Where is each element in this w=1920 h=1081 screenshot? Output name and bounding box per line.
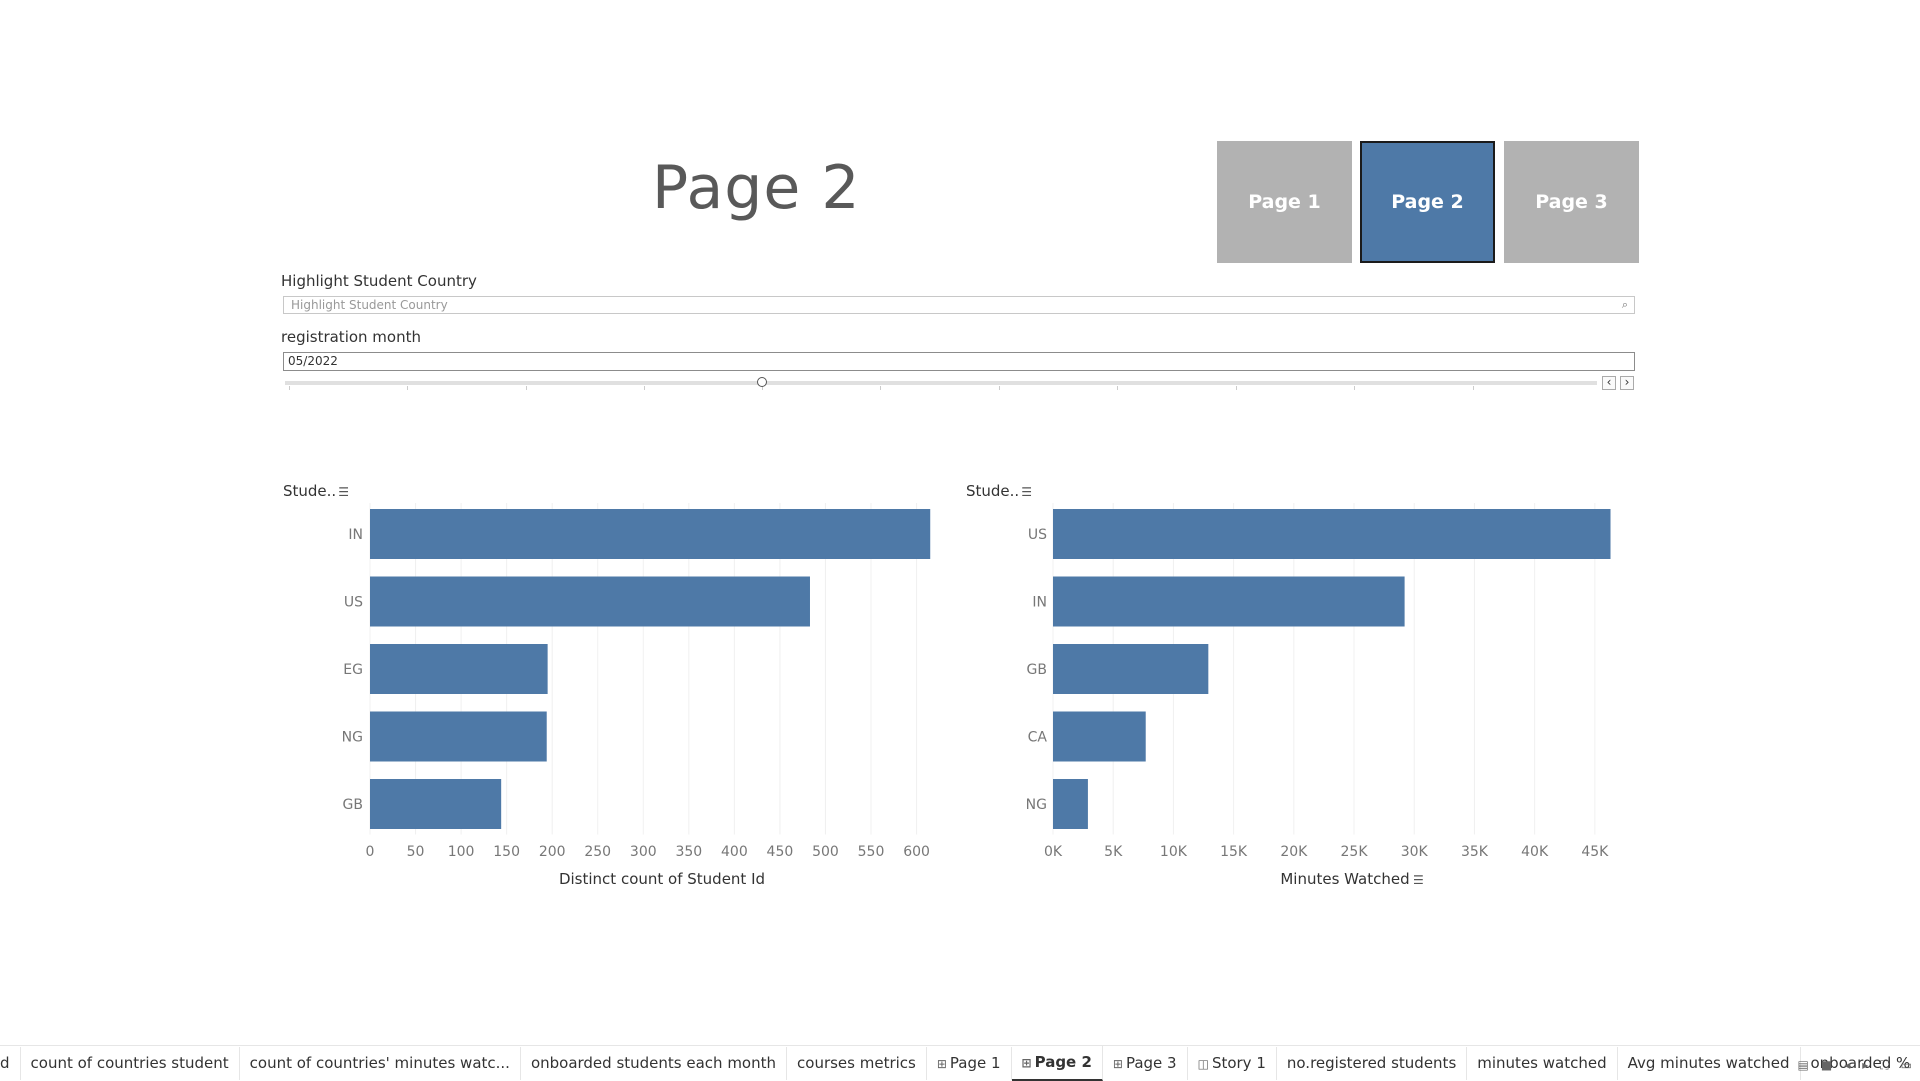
bar[interactable]	[1053, 644, 1208, 694]
category-label: US	[1028, 527, 1047, 543]
x-axis-title: Minutes Watched	[1280, 870, 1409, 888]
sheet-tab[interactable]: ◫Story 1	[1188, 1047, 1277, 1080]
category-label: US	[344, 595, 363, 611]
x-axis-title: Distinct count of Student Id	[559, 870, 765, 888]
sheet-tab[interactable]: ⊞Page 3	[1103, 1047, 1188, 1080]
sheet-tab-label: Page 1	[950, 1054, 1001, 1072]
tick-label: 600	[903, 844, 930, 860]
tick-label: 300	[630, 844, 657, 860]
filmstrip-icon[interactable]: ■	[1821, 1058, 1832, 1073]
sheet-tab-label: count of countries student	[31, 1054, 229, 1072]
tick-label: 500	[812, 844, 839, 860]
sheet-tab[interactable]: courses metrics	[787, 1047, 927, 1080]
tab-icon: ⊞	[1113, 1057, 1123, 1071]
tab-icon: ⊞	[1022, 1056, 1032, 1070]
tick-label: 0	[366, 844, 375, 860]
charts-canvas: IN US EG NG GB 0 50 100 150 200 250 300 350 400 450 500…	[0, 0, 1920, 1040]
sheet-tab[interactable]: count of countries' minutes watc...	[240, 1047, 521, 1080]
sheet-tab-label: Page 2	[1035, 1053, 1092, 1071]
tick-label: 0K	[1044, 844, 1063, 860]
bar[interactable]	[370, 577, 810, 627]
tick-label: 450	[767, 844, 794, 860]
bar[interactable]	[370, 644, 548, 694]
tick-label: 5K	[1104, 844, 1123, 860]
tick-label: 25K	[1341, 844, 1369, 860]
sheet-tab[interactable]: minutes watched	[1467, 1047, 1617, 1080]
sheet-list-icon[interactable]: ▤	[1798, 1058, 1809, 1073]
sheet-tab[interactable]: Avg minutes watched	[1618, 1047, 1801, 1080]
bar[interactable]	[1053, 577, 1405, 627]
present-icon[interactable]: ▭	[1901, 1058, 1912, 1073]
sheet-tab-label: Story 1	[1212, 1054, 1266, 1072]
tick-label: 10K	[1160, 844, 1188, 860]
category-label: CA	[1028, 730, 1048, 746]
sheet-tab-bar: d count of countries student count of coun…	[0, 1045, 1920, 1081]
sheet-tab-label: onboarded students each month	[531, 1054, 776, 1072]
bar[interactable]	[370, 712, 547, 762]
tab-controls: ▤ ■ ◂ ▸ ⛶ ▭	[1798, 1058, 1913, 1073]
sheet-tab-label: count of countries' minutes watc...	[250, 1054, 510, 1072]
sheet-tab[interactable]: d	[0, 1047, 21, 1080]
sort-icon: ☰	[1413, 873, 1424, 887]
tick-label: 45K	[1581, 844, 1609, 860]
tick-label: 550	[858, 844, 885, 860]
bar[interactable]	[1053, 509, 1611, 559]
tab-icon: ◫	[1198, 1057, 1209, 1071]
bar[interactable]	[370, 509, 930, 559]
category-label: GB	[1027, 662, 1047, 678]
tick-label: 20K	[1280, 844, 1308, 860]
category-label: EG	[343, 662, 363, 678]
tick-label: 50	[407, 844, 425, 860]
sheet-tab-label: Avg minutes watched	[1628, 1054, 1790, 1072]
sheet-tab[interactable]: no.registered students	[1277, 1047, 1467, 1080]
bar[interactable]	[1053, 779, 1088, 829]
sheet-tab-label: no.registered students	[1287, 1054, 1456, 1072]
tick-label: 350	[675, 844, 702, 860]
category-label: NG	[342, 730, 363, 746]
bar[interactable]	[370, 779, 501, 829]
sheet-tab-label: d	[0, 1054, 10, 1072]
tick-label: 150	[493, 844, 520, 860]
tick-label: 30K	[1401, 844, 1429, 860]
sheet-tab[interactable]: onboarded students each month	[521, 1047, 787, 1080]
scroll-left-icon[interactable]: ◂	[1844, 1058, 1850, 1073]
tab-icon: ⊞	[937, 1057, 947, 1071]
tick-label: 35K	[1461, 844, 1489, 860]
sheet-tab[interactable]: ⊞Page 1	[927, 1047, 1012, 1080]
bar[interactable]	[1053, 712, 1146, 762]
tick-label: 250	[584, 844, 611, 860]
category-label: NG	[1026, 797, 1047, 813]
sheet-tab[interactable]: ⊞Page 2	[1012, 1046, 1103, 1081]
category-label: IN	[348, 527, 363, 543]
tick-label: 100	[448, 844, 475, 860]
sheet-tab-label: minutes watched	[1477, 1054, 1606, 1072]
sheet-tab[interactable]: count of countries student	[21, 1047, 240, 1080]
tick-label: 15K	[1220, 844, 1248, 860]
tick-label: 400	[721, 844, 748, 860]
tick-label: 200	[539, 844, 566, 860]
sheet-tab-label: Page 3	[1126, 1054, 1177, 1072]
scroll-right-icon[interactable]: ▸	[1862, 1058, 1868, 1073]
sheet-tab-label: courses metrics	[797, 1054, 916, 1072]
category-label: GB	[343, 797, 363, 813]
tick-label: 40K	[1521, 844, 1549, 860]
fullscreen-icon[interactable]: ⛶	[1880, 1058, 1888, 1073]
category-label: IN	[1032, 595, 1047, 611]
